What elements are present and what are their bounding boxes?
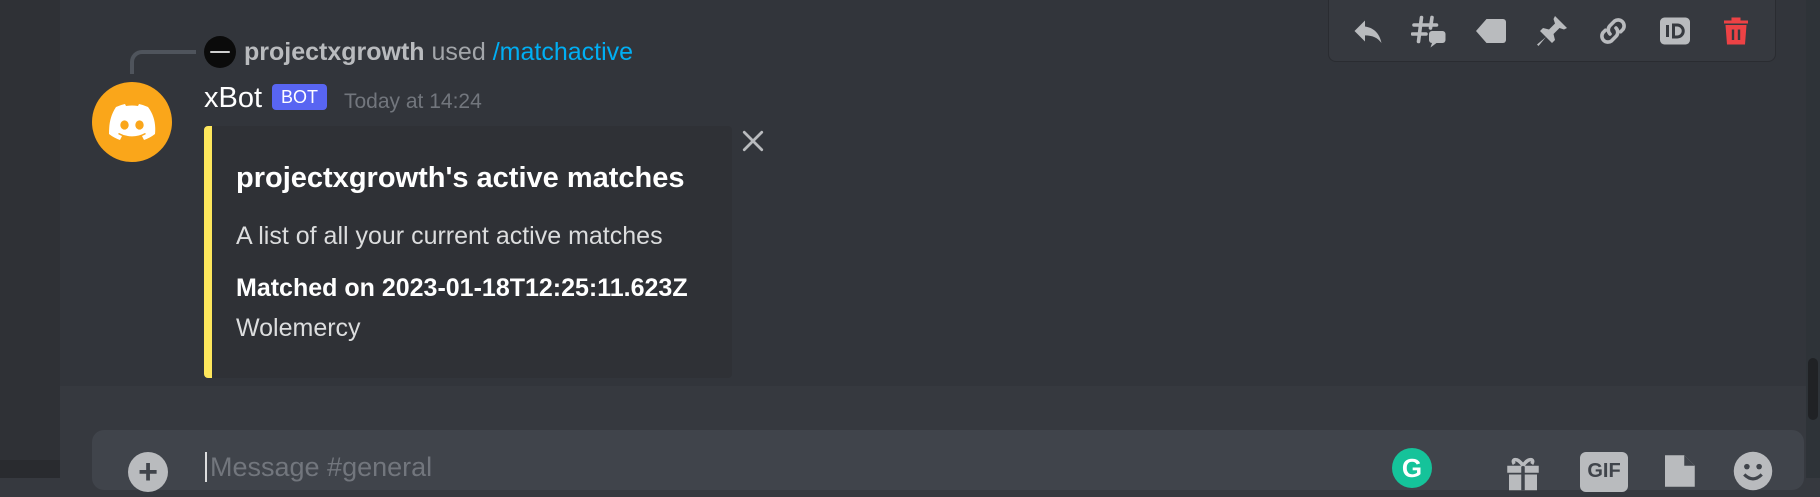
create-thread-icon [1411,15,1446,47]
sticker-button[interactable] [1658,450,1700,492]
tag-icon [1475,18,1506,43]
reply-user-avatar[interactable] [204,36,236,68]
avatar[interactable] [92,82,172,162]
trash-icon [1724,17,1749,44]
gift-button[interactable] [1502,450,1544,492]
delete-message-button[interactable] [1710,5,1762,57]
copy-id-button[interactable] [1649,5,1701,57]
copy-link-button[interactable] [1587,5,1639,57]
id-icon [1659,17,1690,44]
reply-button[interactable] [1342,5,1394,57]
close-icon [742,130,764,152]
reply-spine [130,50,196,74]
create-thread-button[interactable] [1403,5,1455,57]
scrollbar-thumb[interactable] [1808,358,1818,420]
slash-command-link[interactable]: /matchactive [493,38,633,66]
reply-context[interactable]: projectxgrowth used /matchactive [244,38,633,67]
plus-icon: + [138,453,158,491]
message-username[interactable]: xBot [204,82,262,115]
server-sidebar-edge [0,0,60,478]
grammarly-button[interactable]: G [1392,448,1432,488]
bot-badge: BOT [272,84,328,110]
upload-attachment-button[interactable]: + [128,452,168,492]
sidebar-bottom-strip [0,460,60,478]
pin-icon [1536,15,1567,46]
chat-scrollbar[interactable] [1806,0,1820,478]
pin-button[interactable] [1526,5,1578,57]
gif-picker-button[interactable]: GIF [1580,452,1628,492]
embed-field-value: Wolemercy [236,314,361,342]
message-action-toolbar [1328,0,1776,62]
message-timestamp[interactable]: Today at 14:24 [344,90,482,114]
link-icon [1600,17,1627,44]
gift-icon [1507,457,1539,491]
reply-verb: used [431,38,486,66]
emoji-button[interactable] [1732,450,1774,492]
reply-icon [1354,20,1382,43]
grammarly-icon: G [1401,452,1423,483]
message-input[interactable] [208,446,1312,488]
emoji-icon [1733,451,1773,491]
embed-field-name: Matched on 2023-01-18T12:25:11.623Z [236,274,688,302]
discord-logo-icon [109,104,156,140]
embed-title: projectxgrowth's active matches [236,162,685,194]
dismiss-embed-button[interactable] [738,126,768,156]
reply-username[interactable]: projectxgrowth [244,38,425,66]
embed-description: A list of all your current active matche… [236,222,663,250]
tag-button[interactable] [1465,5,1517,57]
sticker-icon [1665,455,1695,487]
